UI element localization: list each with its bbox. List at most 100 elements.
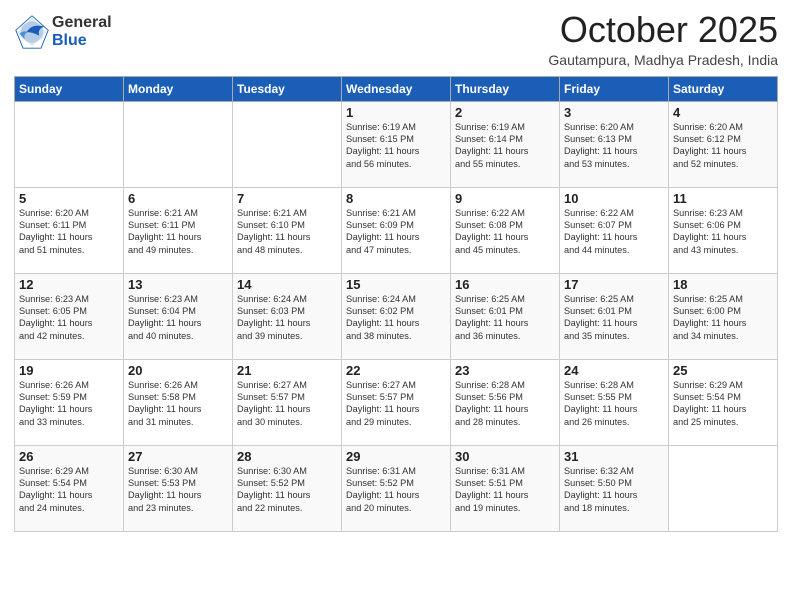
day-number: 7: [237, 191, 337, 206]
day-info: Sunrise: 6:22 AM Sunset: 6:08 PM Dayligh…: [455, 207, 555, 257]
logo: General Blue: [14, 14, 112, 50]
calendar-cell: 7Sunrise: 6:21 AM Sunset: 6:10 PM Daylig…: [233, 187, 342, 273]
day-number: 28: [237, 449, 337, 464]
weekday-header-sunday: Sunday: [15, 76, 124, 101]
calendar-cell: 25Sunrise: 6:29 AM Sunset: 5:54 PM Dayli…: [669, 359, 778, 445]
day-number: 13: [128, 277, 228, 292]
day-number: 6: [128, 191, 228, 206]
calendar-cell: 6Sunrise: 6:21 AM Sunset: 6:11 PM Daylig…: [124, 187, 233, 273]
day-info: Sunrise: 6:30 AM Sunset: 5:53 PM Dayligh…: [128, 465, 228, 515]
calendar-cell: 20Sunrise: 6:26 AM Sunset: 5:58 PM Dayli…: [124, 359, 233, 445]
calendar-cell: 11Sunrise: 6:23 AM Sunset: 6:06 PM Dayli…: [669, 187, 778, 273]
week-row-4: 19Sunrise: 6:26 AM Sunset: 5:59 PM Dayli…: [15, 359, 778, 445]
day-info: Sunrise: 6:25 AM Sunset: 6:01 PM Dayligh…: [455, 293, 555, 343]
day-number: 2: [455, 105, 555, 120]
calendar-cell: 31Sunrise: 6:32 AM Sunset: 5:50 PM Dayli…: [560, 445, 669, 531]
day-info: Sunrise: 6:20 AM Sunset: 6:12 PM Dayligh…: [673, 121, 773, 171]
day-info: Sunrise: 6:21 AM Sunset: 6:10 PM Dayligh…: [237, 207, 337, 257]
day-number: 18: [673, 277, 773, 292]
location: Gautampura, Madhya Pradesh, India: [548, 52, 778, 68]
day-number: 24: [564, 363, 664, 378]
weekday-header-thursday: Thursday: [451, 76, 560, 101]
day-info: Sunrise: 6:31 AM Sunset: 5:52 PM Dayligh…: [346, 465, 446, 515]
day-info: Sunrise: 6:28 AM Sunset: 5:56 PM Dayligh…: [455, 379, 555, 429]
day-info: Sunrise: 6:22 AM Sunset: 6:07 PM Dayligh…: [564, 207, 664, 257]
weekday-header-wednesday: Wednesday: [342, 76, 451, 101]
day-info: Sunrise: 6:28 AM Sunset: 5:55 PM Dayligh…: [564, 379, 664, 429]
week-row-5: 26Sunrise: 6:29 AM Sunset: 5:54 PM Dayli…: [15, 445, 778, 531]
calendar-cell: 24Sunrise: 6:28 AM Sunset: 5:55 PM Dayli…: [560, 359, 669, 445]
day-number: 17: [564, 277, 664, 292]
day-info: Sunrise: 6:31 AM Sunset: 5:51 PM Dayligh…: [455, 465, 555, 515]
day-number: 9: [455, 191, 555, 206]
day-number: 27: [128, 449, 228, 464]
calendar-cell: 19Sunrise: 6:26 AM Sunset: 5:59 PM Dayli…: [15, 359, 124, 445]
calendar-cell: 26Sunrise: 6:29 AM Sunset: 5:54 PM Dayli…: [15, 445, 124, 531]
calendar-cell: 15Sunrise: 6:24 AM Sunset: 6:02 PM Dayli…: [342, 273, 451, 359]
header: General Blue October 2025 Gautampura, Ma…: [14, 10, 778, 68]
calendar-cell: 10Sunrise: 6:22 AM Sunset: 6:07 PM Dayli…: [560, 187, 669, 273]
week-row-2: 5Sunrise: 6:20 AM Sunset: 6:11 PM Daylig…: [15, 187, 778, 273]
day-info: Sunrise: 6:27 AM Sunset: 5:57 PM Dayligh…: [237, 379, 337, 429]
day-info: Sunrise: 6:26 AM Sunset: 5:59 PM Dayligh…: [19, 379, 119, 429]
day-number: 10: [564, 191, 664, 206]
day-info: Sunrise: 6:24 AM Sunset: 6:03 PM Dayligh…: [237, 293, 337, 343]
calendar-cell: 3Sunrise: 6:20 AM Sunset: 6:13 PM Daylig…: [560, 101, 669, 187]
calendar-cell: [233, 101, 342, 187]
logo-icon: [14, 14, 50, 50]
calendar-cell: 16Sunrise: 6:25 AM Sunset: 6:01 PM Dayli…: [451, 273, 560, 359]
day-number: 8: [346, 191, 446, 206]
calendar-cell: 18Sunrise: 6:25 AM Sunset: 6:00 PM Dayli…: [669, 273, 778, 359]
calendar-cell: 5Sunrise: 6:20 AM Sunset: 6:11 PM Daylig…: [15, 187, 124, 273]
day-number: 26: [19, 449, 119, 464]
calendar-cell: 30Sunrise: 6:31 AM Sunset: 5:51 PM Dayli…: [451, 445, 560, 531]
day-info: Sunrise: 6:25 AM Sunset: 6:00 PM Dayligh…: [673, 293, 773, 343]
calendar-cell: 14Sunrise: 6:24 AM Sunset: 6:03 PM Dayli…: [233, 273, 342, 359]
day-number: 31: [564, 449, 664, 464]
calendar-cell: 23Sunrise: 6:28 AM Sunset: 5:56 PM Dayli…: [451, 359, 560, 445]
calendar-cell: 13Sunrise: 6:23 AM Sunset: 6:04 PM Dayli…: [124, 273, 233, 359]
day-info: Sunrise: 6:21 AM Sunset: 6:11 PM Dayligh…: [128, 207, 228, 257]
day-info: Sunrise: 6:27 AM Sunset: 5:57 PM Dayligh…: [346, 379, 446, 429]
day-number: 16: [455, 277, 555, 292]
day-info: Sunrise: 6:23 AM Sunset: 6:05 PM Dayligh…: [19, 293, 119, 343]
page-container: General Blue October 2025 Gautampura, Ma…: [0, 0, 792, 612]
calendar-cell: [15, 101, 124, 187]
calendar-cell: [669, 445, 778, 531]
title-block: October 2025 Gautampura, Madhya Pradesh,…: [548, 10, 778, 68]
week-row-1: 1Sunrise: 6:19 AM Sunset: 6:15 PM Daylig…: [15, 101, 778, 187]
day-number: 21: [237, 363, 337, 378]
day-number: 23: [455, 363, 555, 378]
day-info: Sunrise: 6:26 AM Sunset: 5:58 PM Dayligh…: [128, 379, 228, 429]
calendar-cell: 17Sunrise: 6:25 AM Sunset: 6:01 PM Dayli…: [560, 273, 669, 359]
weekday-header-monday: Monday: [124, 76, 233, 101]
logo-text: General Blue: [52, 14, 112, 49]
day-number: 15: [346, 277, 446, 292]
logo-blue-text: Blue: [52, 32, 112, 50]
weekday-header-tuesday: Tuesday: [233, 76, 342, 101]
calendar-cell: 22Sunrise: 6:27 AM Sunset: 5:57 PM Dayli…: [342, 359, 451, 445]
day-info: Sunrise: 6:21 AM Sunset: 6:09 PM Dayligh…: [346, 207, 446, 257]
day-number: 14: [237, 277, 337, 292]
day-info: Sunrise: 6:19 AM Sunset: 6:15 PM Dayligh…: [346, 121, 446, 171]
calendar-cell: 21Sunrise: 6:27 AM Sunset: 5:57 PM Dayli…: [233, 359, 342, 445]
calendar-cell: 9Sunrise: 6:22 AM Sunset: 6:08 PM Daylig…: [451, 187, 560, 273]
weekday-header-row: SundayMondayTuesdayWednesdayThursdayFrid…: [15, 76, 778, 101]
logo-general-text: General: [52, 14, 112, 32]
calendar-cell: 1Sunrise: 6:19 AM Sunset: 6:15 PM Daylig…: [342, 101, 451, 187]
calendar-cell: 28Sunrise: 6:30 AM Sunset: 5:52 PM Dayli…: [233, 445, 342, 531]
calendar-cell: 27Sunrise: 6:30 AM Sunset: 5:53 PM Dayli…: [124, 445, 233, 531]
calendar-cell: 4Sunrise: 6:20 AM Sunset: 6:12 PM Daylig…: [669, 101, 778, 187]
day-number: 11: [673, 191, 773, 206]
day-number: 25: [673, 363, 773, 378]
weekday-header-saturday: Saturday: [669, 76, 778, 101]
calendar-cell: [124, 101, 233, 187]
weekday-header-friday: Friday: [560, 76, 669, 101]
calendar: SundayMondayTuesdayWednesdayThursdayFrid…: [14, 76, 778, 532]
day-number: 5: [19, 191, 119, 206]
day-info: Sunrise: 6:29 AM Sunset: 5:54 PM Dayligh…: [673, 379, 773, 429]
month-title: October 2025: [548, 10, 778, 50]
day-info: Sunrise: 6:29 AM Sunset: 5:54 PM Dayligh…: [19, 465, 119, 515]
day-info: Sunrise: 6:20 AM Sunset: 6:11 PM Dayligh…: [19, 207, 119, 257]
day-number: 20: [128, 363, 228, 378]
